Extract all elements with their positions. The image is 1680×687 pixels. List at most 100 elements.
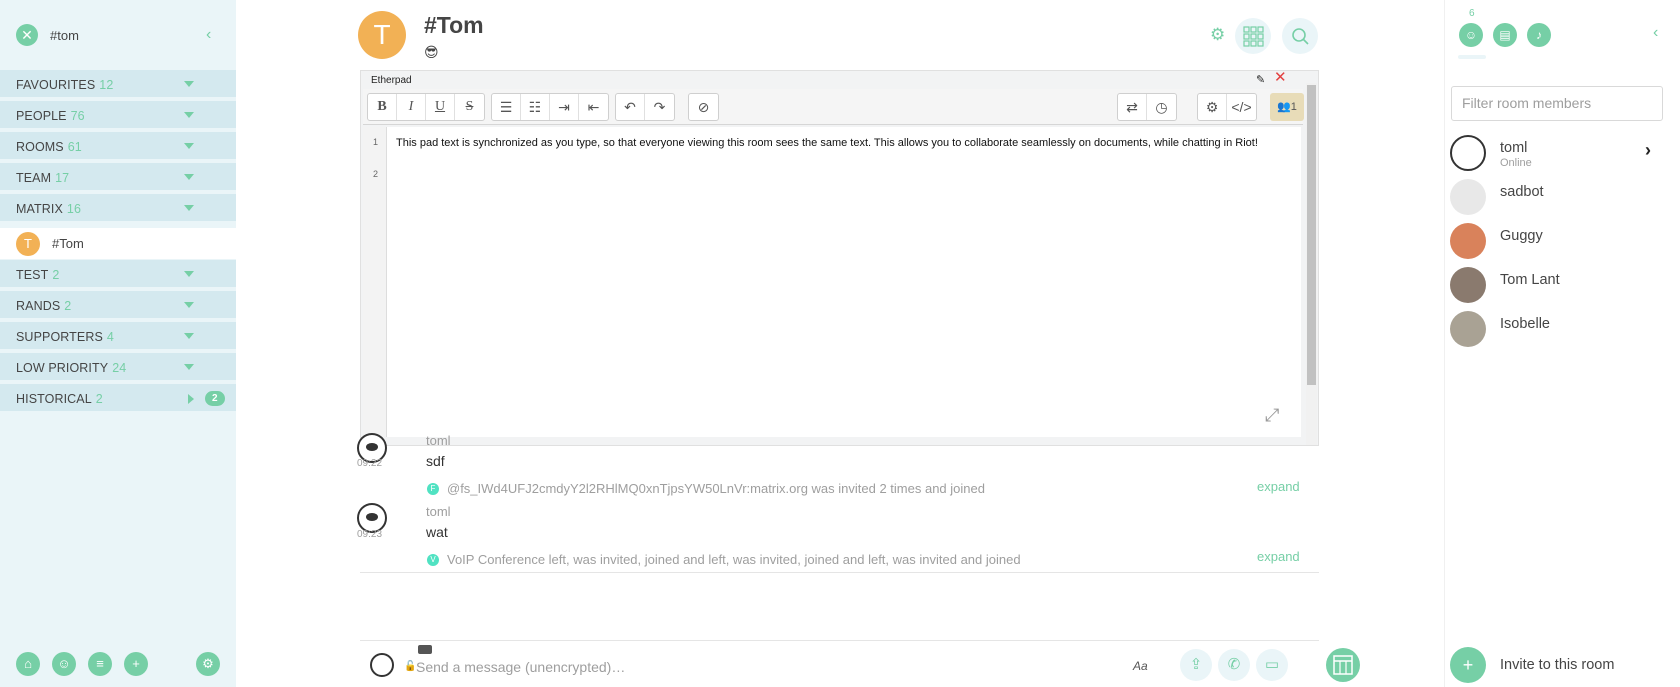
- outdent-icon[interactable]: ⇤: [579, 94, 608, 120]
- section-favourites[interactable]: FAVOURITES 12: [0, 70, 236, 99]
- clear-authorship-icon[interactable]: ⊘: [689, 94, 718, 120]
- redo-icon[interactable]: ↷: [645, 94, 674, 120]
- section-team[interactable]: TEAM 17: [0, 163, 236, 192]
- section-matrix[interactable]: MATRIX 16: [0, 194, 236, 223]
- section-supporters[interactable]: SUPPORTERS 4: [0, 322, 236, 351]
- member-item[interactable]: Tom Lant: [1450, 264, 1670, 304]
- visibility-group: ⊘: [688, 93, 719, 121]
- strikethrough-button[interactable]: S: [455, 94, 484, 120]
- room-settings-icon[interactable]: ⚙: [1210, 26, 1228, 44]
- create-room-icon[interactable]: +: [124, 652, 148, 676]
- chevron-right-icon[interactable]: [188, 394, 194, 404]
- collapse-left-panel-icon[interactable]: ‹: [206, 26, 222, 44]
- expand-link[interactable]: expand: [1257, 479, 1300, 494]
- italic-button[interactable]: I: [397, 94, 426, 120]
- right-panel: 6 ☺ ▤ ♪ ‹ Filter room members toml Onlin…: [1444, 0, 1680, 687]
- chevron-right-icon[interactable]: ›: [1645, 140, 1651, 161]
- pad-users-count: 1: [1290, 101, 1297, 113]
- chevron-down-icon[interactable]: [184, 112, 194, 118]
- message-composer: 🔓 Send a message (unencrypted)… Aa ⇪ ✆ ▭: [360, 640, 1360, 687]
- section-rands[interactable]: RANDS 2: [0, 291, 236, 320]
- member-item[interactable]: sadbot: [1450, 176, 1670, 216]
- voice-call-icon[interactable]: ✆: [1218, 649, 1250, 681]
- room-header-name[interactable]: #Tom: [424, 12, 484, 39]
- avatar: [1450, 179, 1486, 215]
- bold-button[interactable]: B: [368, 94, 397, 120]
- room-list-item-tom[interactable]: T #Tom: [0, 228, 236, 259]
- chevron-down-icon[interactable]: [184, 143, 194, 149]
- section-historical[interactable]: HISTORICAL 2 2: [0, 384, 236, 413]
- unordered-list-icon[interactable]: ☷: [521, 94, 550, 120]
- pad-editor[interactable]: 1 2 This pad text is synchronized as you…: [363, 127, 1301, 437]
- import-export-icon[interactable]: ⇄: [1118, 94, 1147, 120]
- room-filter-input[interactable]: #tom: [50, 28, 79, 43]
- chevron-down-icon[interactable]: [184, 333, 194, 339]
- section-label: MATRIX 16: [16, 202, 82, 216]
- apps-button[interactable]: [1326, 648, 1360, 682]
- member-item[interactable]: Isobelle: [1450, 308, 1670, 348]
- member-presence: Online: [1500, 157, 1532, 169]
- widget-scrollbar[interactable]: [1306, 83, 1317, 445]
- video-call-icon[interactable]: ▭: [1256, 649, 1288, 681]
- member-filter-input[interactable]: Filter room members: [1451, 86, 1663, 121]
- section-label: PEOPLE 76: [16, 109, 85, 123]
- pad-settings-icon[interactable]: ⚙: [1198, 94, 1227, 120]
- edit-widget-icon[interactable]: ✎: [1256, 73, 1265, 86]
- markdown-icon[interactable]: [418, 645, 432, 654]
- underline-button[interactable]: U: [426, 94, 455, 120]
- timeslider-icon[interactable]: ◷: [1147, 94, 1176, 120]
- section-low-priority[interactable]: LOW PRIORITY 24: [0, 353, 236, 382]
- section-label: SUPPORTERS 4: [16, 330, 114, 344]
- message-body: sdf: [426, 453, 445, 469]
- add-user-icon: +: [1450, 647, 1486, 683]
- indent-icon[interactable]: ⇥: [550, 94, 579, 120]
- pad-users-button[interactable]: 👥1: [1270, 93, 1304, 121]
- chevron-down-icon[interactable]: [184, 174, 194, 180]
- members-tab-icon[interactable]: ☺: [1459, 23, 1483, 47]
- message-sender[interactable]: toml: [426, 433, 451, 448]
- section-rooms[interactable]: ROOMS 61: [0, 132, 236, 161]
- widget-title: Etherpad: [371, 75, 412, 86]
- formatting-icon[interactable]: Aa: [1133, 659, 1148, 673]
- start-chat-icon[interactable]: ☺: [52, 652, 76, 676]
- etherpad-toolbar: B I U S ☰ ☷ ⇥ ⇤ ↶ ↷ ⊘ ⇄ ◷ ⚙ </> 👥1: [363, 89, 1304, 125]
- avatar: [1450, 223, 1486, 259]
- room-header-avatar[interactable]: T: [358, 11, 406, 59]
- room-directory-icon[interactable]: ≡: [88, 652, 112, 676]
- pad-text[interactable]: This pad text is synchronized as you typ…: [396, 135, 1266, 151]
- chevron-down-icon[interactable]: [184, 81, 194, 87]
- chevron-down-icon[interactable]: [184, 271, 194, 277]
- chevron-down-icon[interactable]: [184, 364, 194, 370]
- membership-event-summary: @fs_IWd4UFJ2cmdyY2l2RHlMQ0xnTjpsYW50LnVr…: [447, 481, 985, 496]
- section-people[interactable]: PEOPLE 76: [0, 101, 236, 130]
- section-test[interactable]: TEST 2: [0, 260, 236, 289]
- settings-icon[interactable]: ⚙: [196, 652, 220, 676]
- undo-icon[interactable]: ↶: [616, 94, 645, 120]
- files-tab-icon[interactable]: ▤: [1493, 23, 1517, 47]
- left-panel-header: ✕ #tom ‹: [0, 0, 236, 70]
- embed-code-icon[interactable]: </>: [1227, 94, 1256, 120]
- close-widget-icon[interactable]: ✕: [1274, 70, 1287, 85]
- upload-icon[interactable]: ⇪: [1180, 649, 1212, 681]
- home-icon[interactable]: ⌂: [16, 652, 40, 676]
- scrollbar-thumb[interactable]: [1307, 85, 1316, 385]
- section-label: ROOMS 61: [16, 140, 82, 154]
- left-panel-footer: ⌂ ☺ ≡ + ⚙: [0, 648, 236, 687]
- fullscreen-icon[interactable]: ⤢: [1265, 405, 1287, 427]
- ordered-list-icon[interactable]: ☰: [492, 94, 521, 120]
- message-input[interactable]: Send a message (unencrypted)…: [416, 659, 625, 675]
- chevron-down-icon[interactable]: [184, 205, 194, 211]
- section-label: FAVOURITES 12: [16, 78, 114, 92]
- clear-filter-icon[interactable]: ✕: [16, 24, 38, 46]
- member-item[interactable]: Guggy: [1450, 220, 1670, 260]
- collapse-right-panel-icon[interactable]: ‹: [1653, 24, 1658, 42]
- notifications-tab-icon[interactable]: ♪: [1527, 23, 1551, 47]
- apps-grid-button[interactable]: [1235, 18, 1271, 54]
- member-item[interactable]: toml Online ›: [1450, 132, 1670, 172]
- expand-link[interactable]: expand: [1257, 549, 1300, 564]
- message-sender[interactable]: toml: [426, 504, 451, 519]
- line-number: 2: [373, 169, 379, 179]
- invite-button[interactable]: + Invite to this room: [1450, 647, 1670, 683]
- search-button[interactable]: [1282, 18, 1318, 54]
- chevron-down-icon[interactable]: [184, 302, 194, 308]
